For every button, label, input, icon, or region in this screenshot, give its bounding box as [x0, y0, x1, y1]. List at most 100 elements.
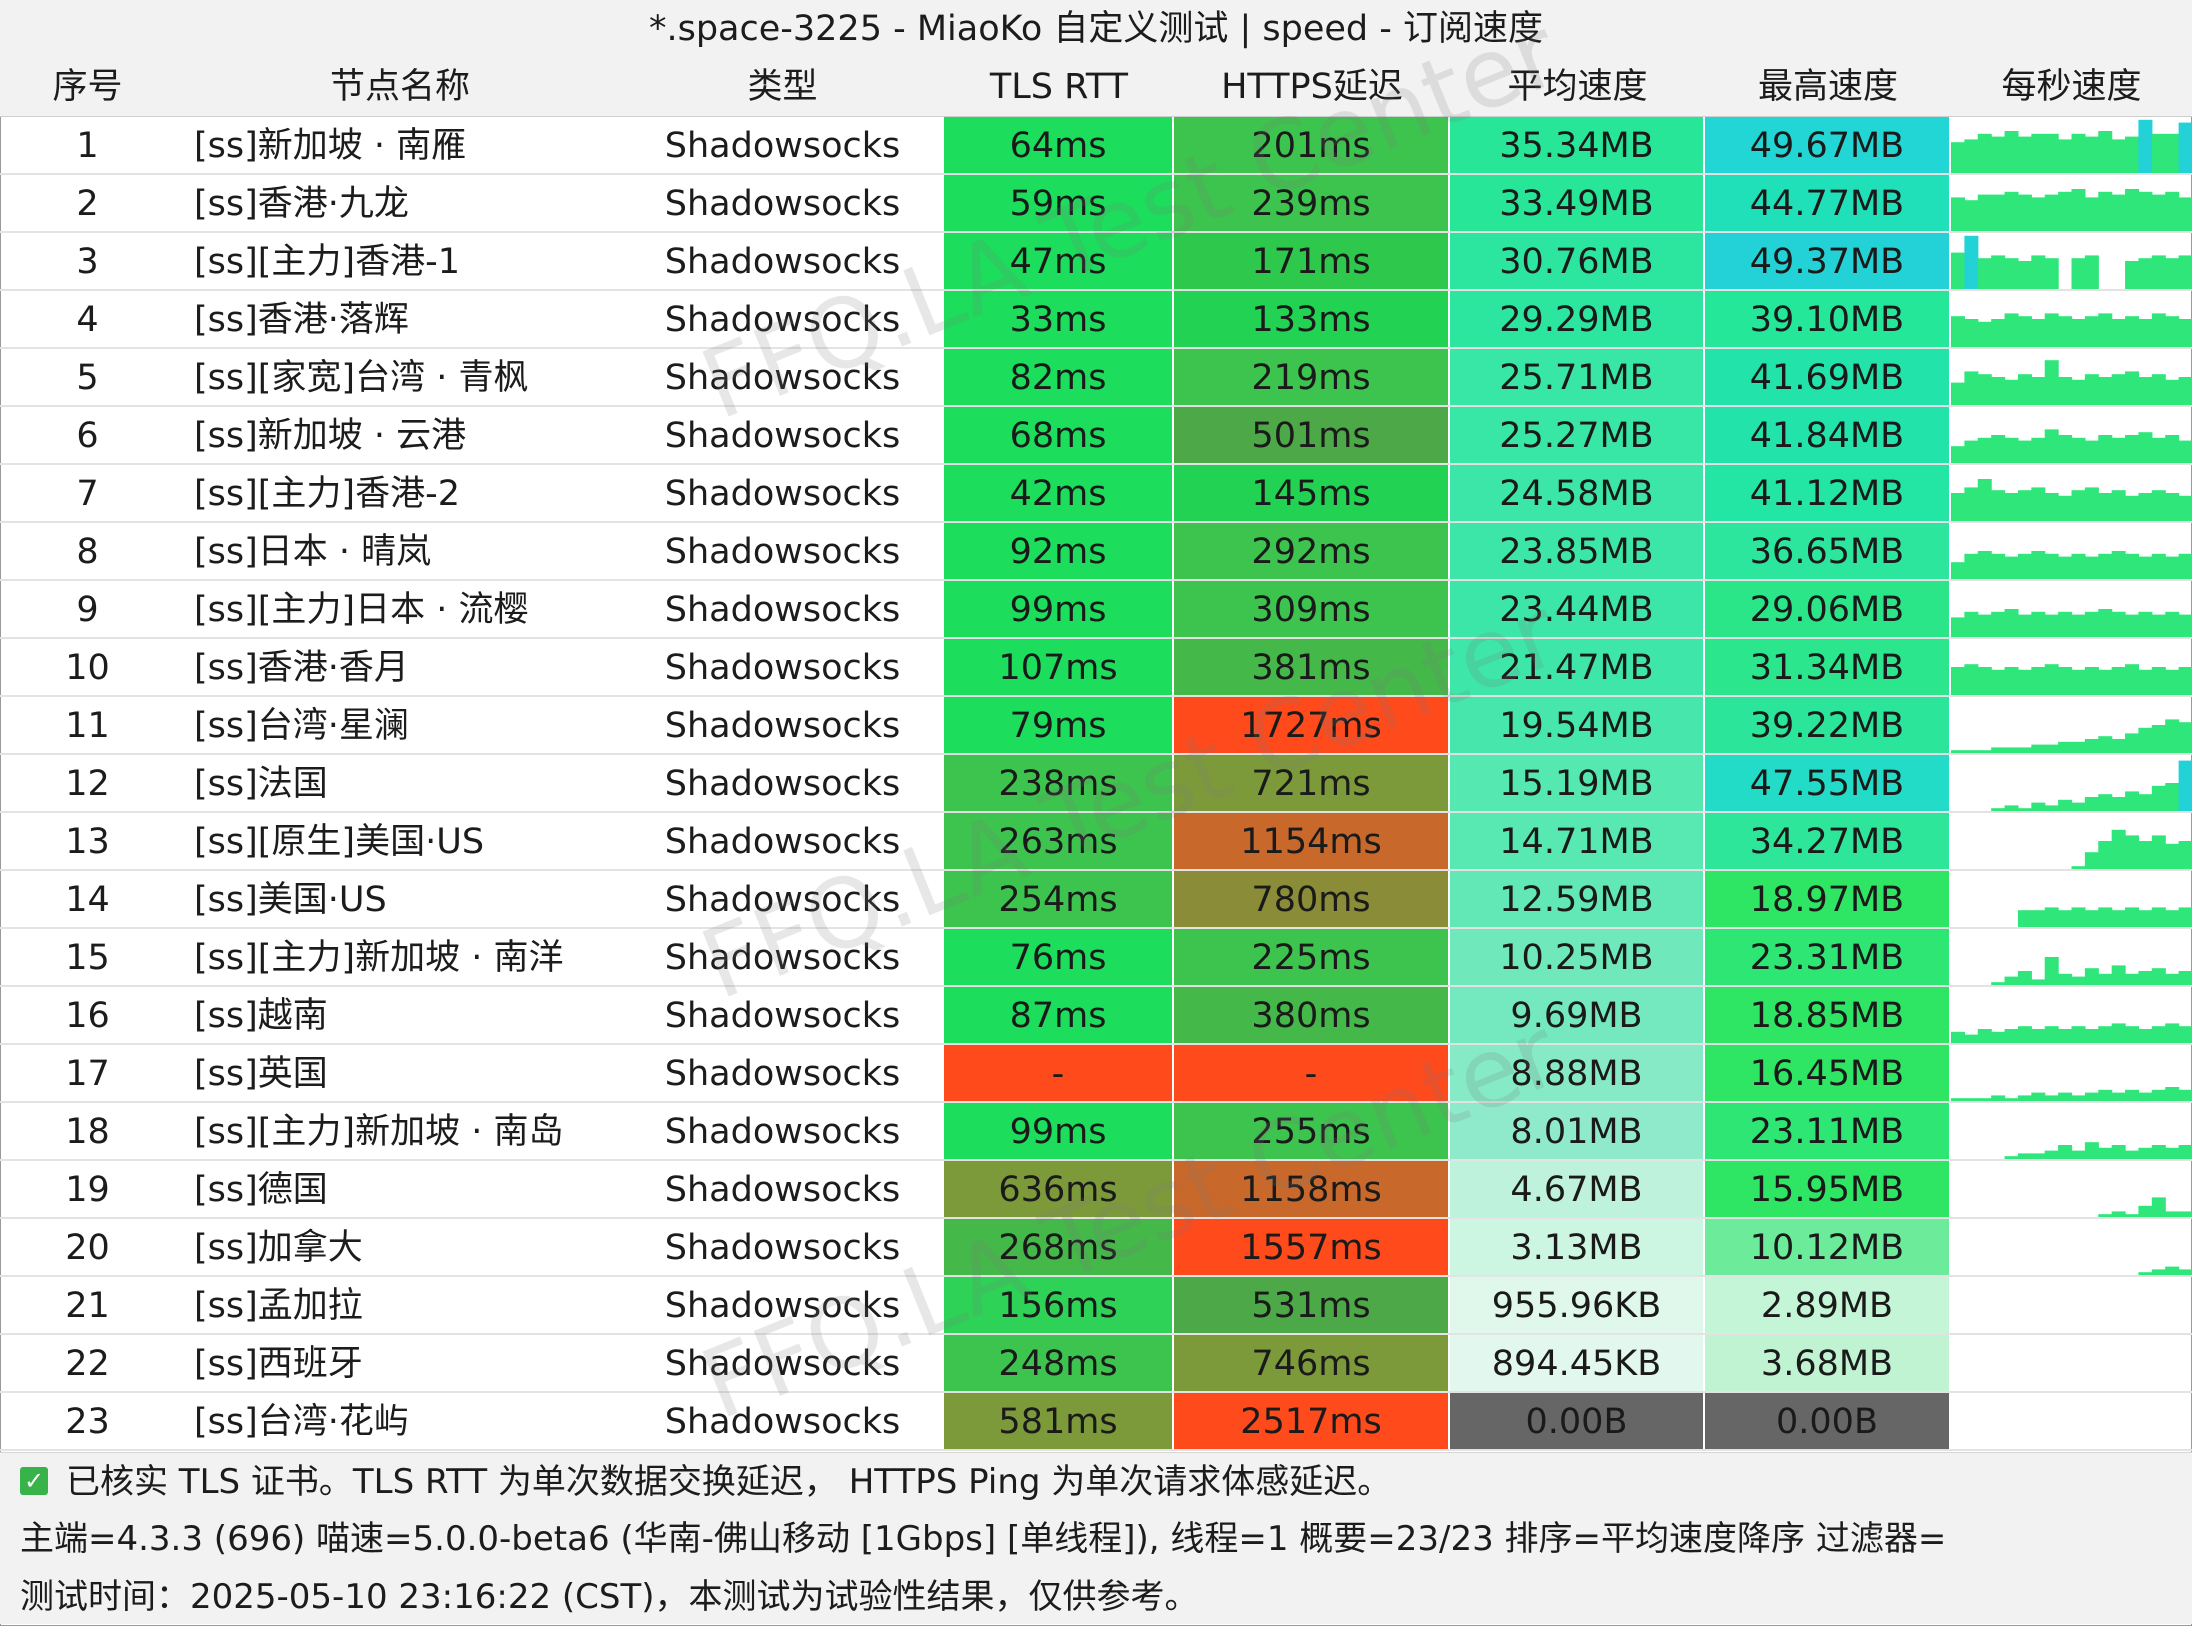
table-row[interactable]: 22 [ss]西班牙 Shadowsocks 248ms 746ms 894.45KB 3.… — [0, 1335, 2192, 1393]
sparkline-bar — [2084, 316, 2099, 347]
sparkline-bar — [2098, 191, 2113, 231]
node-type: Shadowsocks — [664, 126, 901, 166]
table-row[interactable]: 10 [ss]香港·香月 Shadowsocks 107ms 381ms 21.47MB 3… — [0, 639, 2192, 697]
sparkline-bar — [1991, 808, 2006, 811]
node-name: [ss]日本 · 晴岚 — [194, 532, 432, 572]
sparkline-bar — [2098, 907, 2113, 927]
sparkline-bar — [2138, 432, 2153, 463]
avg-speed-cell: 8.88MB — [1450, 1045, 1705, 1101]
sparkline-bar — [2071, 802, 2086, 811]
table-row[interactable]: 23 [ss]台湾·花屿 Shadowsocks 581ms 2517ms 0.00B 0.… — [0, 1393, 2192, 1451]
table-row[interactable]: 20 [ss]加拿大 Shadowsocks 268ms 1557ms 3.13MB 10.… — [0, 1219, 2192, 1277]
header-tls-rtt[interactable]: TLS RTT — [944, 58, 1174, 116]
tls-rtt-cell: 99ms — [944, 581, 1174, 637]
node-type: Shadowsocks — [664, 242, 901, 282]
sparkline-bar — [1991, 490, 2006, 521]
row-index: 10 — [65, 648, 110, 688]
sparkline-bar — [2071, 669, 2086, 695]
table-row[interactable]: 9 [ss][主力]日本 · 流樱 Shadowsocks 99ms 309ms 23.4… — [0, 581, 2192, 639]
max-speed-cell: 36.65MB — [1705, 523, 1951, 579]
header-max-speed[interactable]: 最高速度 — [1705, 58, 1951, 116]
sparkline-bar — [2071, 866, 2086, 869]
node-type: Shadowsocks — [664, 184, 901, 224]
table-row[interactable]: 1 [ss]新加坡 · 南雁 Shadowsocks 64ms 201ms 35.34MB… — [0, 117, 2192, 175]
sparkline-bar — [1951, 142, 1965, 173]
sparkline-bar — [2098, 669, 2113, 695]
sparkline-bar — [2004, 805, 2019, 811]
node-name: [ss][主力]日本 · 流樱 — [194, 590, 529, 630]
table-row[interactable]: 8 [ss]日本 · 晴岚 Shadowsocks 92ms 292ms 23.85MB 3… — [0, 523, 2192, 581]
node-name: [ss]新加坡 · 南雁 — [194, 126, 467, 166]
sparkline-bar — [2058, 741, 2073, 753]
avg-speed-cell: 894.45KB — [1450, 1335, 1705, 1391]
speed-sparkline — [1951, 929, 2192, 985]
sparkline-bar — [1977, 1098, 1992, 1101]
sparkline-bar — [2071, 133, 2086, 173]
sparkline-bar — [2004, 313, 2019, 347]
header-type[interactable]: 类型 — [625, 58, 940, 116]
table-row[interactable]: 16 [ss]越南 Shadowsocks 87ms 380ms 9.69MB 18.85M… — [0, 987, 2192, 1045]
sparkline-bar — [2178, 122, 2192, 173]
table-row[interactable]: 7 [ss][主力]香港-2 Shadowsocks 42ms 145ms 24.58MB… — [0, 465, 2192, 523]
table-row[interactable]: 19 [ss]德国 Shadowsocks 636ms 1158ms 4.67MB 15.9… — [0, 1161, 2192, 1219]
table-row[interactable]: 2 [ss]香港·九龙 Shadowsocks 59ms 239ms 33.49MB 44.… — [0, 175, 2192, 233]
sparkline-bar — [1951, 382, 1965, 405]
table-row[interactable]: 14 [ss]美国·US Shadowsocks 254ms 780ms 12.59MB 1… — [0, 871, 2192, 929]
https-latency-cell: 133ms — [1174, 291, 1450, 347]
sparkline-bar — [2178, 907, 2192, 927]
sparkline-bar — [2031, 1029, 2046, 1043]
sparkline-bar — [2044, 907, 2059, 927]
table-row[interactable]: 17 [ss]英国 Shadowsocks - -8.88MB 16.45MB — [0, 1045, 2192, 1103]
sparkline-bar — [2071, 437, 2086, 463]
sparkline-bar — [2178, 1026, 2192, 1043]
table-row[interactable]: 15 [ss][主力]新加坡 · 南洋 Shadowsocks 76ms 225ms 10… — [0, 929, 2192, 987]
speed-sparkline — [1951, 175, 2192, 231]
sparkline-bar — [2031, 1092, 2046, 1101]
sparkline-bar — [2125, 261, 2140, 289]
sparkline-bar — [2004, 747, 2019, 753]
sparkline-bar — [2004, 191, 2019, 231]
table-row[interactable]: 12 [ss]法国 Shadowsocks 238ms 721ms 15.19MB 47.5… — [0, 755, 2192, 813]
sparkline-bar — [1991, 747, 2006, 753]
header-https-latency[interactable]: HTTPS延迟 — [1174, 58, 1450, 116]
sparkline-bar — [2017, 440, 2032, 463]
sparkline-bar — [2084, 556, 2099, 579]
table-row[interactable]: 21 [ss]孟加拉 Shadowsocks 156ms 531ms 955.96KB 2.… — [0, 1277, 2192, 1335]
sparkline-bar — [2178, 197, 2192, 231]
sparkline-bar — [2084, 136, 2099, 173]
node-name: [ss]香港·九龙 — [194, 184, 409, 224]
sparkline-bar — [1951, 750, 1965, 753]
tls-rtt-cell: 47ms — [944, 233, 1174, 289]
table-row[interactable]: 18 [ss][主力]新加坡 · 南岛 Shadowsocks 99ms 255ms 8.… — [0, 1103, 2192, 1161]
sparkline-bar — [2071, 1150, 2086, 1159]
https-latency-cell: 255ms — [1174, 1103, 1450, 1159]
header-index[interactable]: 序号 — [0, 58, 175, 116]
row-index: 16 — [65, 996, 110, 1036]
sparkline-bar — [2111, 551, 2126, 579]
sparkline-bar — [2111, 667, 2126, 695]
sparkline-bar — [2111, 829, 2126, 869]
speed-sparkline — [1951, 1103, 2192, 1159]
table-row[interactable]: 13 [ss][原生]美国·US Shadowsocks 263ms 1154ms 14.… — [0, 813, 2192, 871]
header-node-name[interactable]: 节点名称 — [175, 58, 625, 116]
table-row[interactable]: 5 [ss][家宽]台湾 · 青枫 Shadowsocks 82ms 219ms 25.7… — [0, 349, 2192, 407]
sparkline-bar — [2084, 667, 2099, 695]
table-row[interactable]: 6 [ss]新加坡 · 云港 Shadowsocks 68ms 501ms 25.27MB… — [0, 407, 2192, 465]
table-row[interactable]: 11 [ss]台湾·星澜 Shadowsocks 79ms 1727ms 19.54MB 3… — [0, 697, 2192, 755]
sparkline-bar — [2031, 979, 2046, 985]
sparkline-bar — [2004, 437, 2019, 463]
header-avg-speed[interactable]: 平均速度 — [1450, 58, 1705, 116]
sparkline-bar — [2071, 379, 2086, 405]
header-per-second-speed[interactable]: 每秒速度 — [1951, 58, 2192, 116]
sparkline-bar — [1951, 316, 1965, 347]
tls-rtt-cell: 79ms — [944, 697, 1174, 753]
avg-speed-cell: 9.69MB — [1450, 987, 1705, 1043]
tls-rtt-cell: 248ms — [944, 1335, 1174, 1391]
speed-sparkline — [1951, 639, 2192, 695]
table-row[interactable]: 4 [ss]香港·落辉 Shadowsocks 33ms 133ms 29.29MB 39.… — [0, 291, 2192, 349]
table-row[interactable]: 3 [ss][主力]香港-1 Shadowsocks 47ms 171ms 30.76MB… — [0, 233, 2192, 291]
tls-rtt-cell: 107ms — [944, 639, 1174, 695]
sparkline-bar — [2125, 553, 2140, 579]
row-index: 9 — [76, 590, 99, 630]
sparkline-bar — [2178, 614, 2192, 637]
